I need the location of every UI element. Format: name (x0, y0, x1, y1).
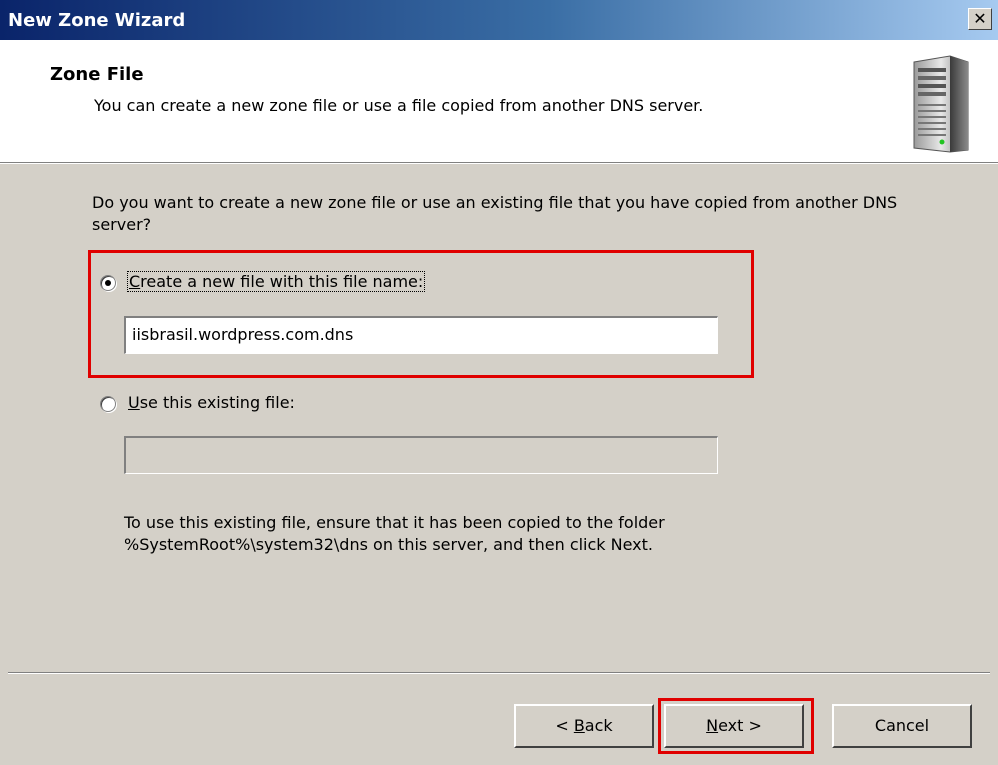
create-new-file-radio[interactable] (100, 275, 116, 291)
question-text: Do you want to create a new zone file or… (92, 193, 898, 234)
back-prefix: < (555, 716, 574, 735)
footer-divider-light (8, 673, 990, 674)
highlight-next-button (658, 698, 814, 754)
create-new-file-label[interactable]: Create a new file with this file name: (126, 271, 426, 292)
wizard-header: Zone File You can create a new zone file… (0, 40, 998, 163)
create-accelerator: C (129, 272, 141, 291)
back-label-rest: ack (584, 716, 613, 735)
existing-file-info: To use this existing file, ensure that i… (124, 512, 884, 556)
info-line-2: %SystemRoot%\system32\dns on this server… (124, 535, 654, 554)
radio-selected-dot (105, 280, 111, 286)
back-accelerator: B (573, 716, 585, 735)
use-existing-file-label[interactable]: Use this existing file: (128, 393, 295, 412)
window-title: New Zone Wizard (8, 10, 186, 31)
cancel-button[interactable]: Cancel (832, 704, 972, 748)
highlight-create-option (88, 250, 754, 378)
title-bar[interactable]: New Zone Wizard ✕ (0, 0, 998, 40)
existing-accelerator: U (128, 393, 140, 412)
use-existing-file-radio[interactable] (100, 396, 116, 412)
existing-label-rest: se this existing file: (139, 393, 295, 412)
create-label-rest: reate a new file with this file name: (140, 272, 424, 291)
page-title: Zone File (50, 64, 144, 85)
back-button[interactable]: < Back (514, 704, 654, 748)
info-line-1: To use this existing file, ensure that i… (124, 513, 665, 532)
new-zone-wizard-window: New Zone Wizard ✕ Zone File You can crea… (0, 0, 998, 765)
header-divider (0, 163, 998, 164)
close-button[interactable]: ✕ (968, 8, 992, 30)
existing-file-input (124, 436, 718, 474)
new-file-name-input[interactable]: iisbrasil.wordpress.com.dns (124, 316, 718, 354)
page-subtitle: You can create a new zone file or use a … (94, 96, 704, 115)
server-icon (913, 55, 969, 153)
close-icon: ✕ (973, 9, 987, 28)
